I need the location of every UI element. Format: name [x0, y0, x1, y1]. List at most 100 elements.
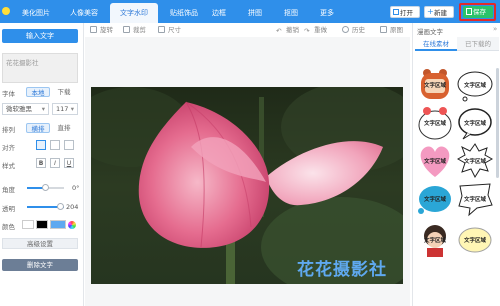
sticker-cloud-bubble[interactable]: 文字区域 [457, 67, 493, 103]
sticker-label: 文字区域 [423, 197, 446, 203]
redo-icon: ↷ [304, 27, 310, 35]
collapse-icon[interactable]: » [493, 25, 497, 33]
history-tool[interactable]: 历史 [342, 25, 365, 35]
color-swatch-white[interactable] [22, 220, 34, 229]
sticker-label: 文字区域 [463, 83, 486, 89]
text-watermark[interactable]: 花花摄影社 [297, 255, 387, 280]
new-label: 新建 [434, 9, 447, 17]
angle-value: 0° [72, 184, 80, 192]
sticker-label: 文字区域 [423, 83, 446, 89]
angle-label: 角度 [2, 186, 15, 194]
italic-button[interactable]: I [50, 158, 60, 168]
export-icon [466, 8, 472, 15]
undo-icon: ↶ [276, 27, 282, 35]
tab-cutout[interactable]: 抠图 [280, 3, 302, 23]
original-tool[interactable]: 原图 [380, 25, 403, 35]
sticker-round-bubble[interactable]: 文字区域 [457, 105, 493, 141]
delete-text-button[interactable]: 删除文字 [2, 259, 78, 271]
chevron-down-icon: ▾ [70, 105, 74, 113]
align-right-icon[interactable] [64, 140, 74, 150]
font-local-toggle[interactable]: 本地 [26, 87, 50, 97]
font-download-toggle[interactable]: 下载 [52, 87, 76, 97]
color-label: 颜色 [2, 223, 15, 231]
sticker-character-bubble[interactable]: 文字区域 [417, 222, 453, 258]
tab-downloaded[interactable]: 已下载的 [457, 37, 499, 51]
advanced-settings-toggle[interactable]: 高级设置 [2, 238, 78, 249]
font-family-select[interactable]: 微软雅黑 ▾ [2, 103, 49, 115]
underline-button[interactable]: U [64, 158, 74, 168]
app-logo-icon[interactable] [2, 7, 10, 15]
input-text-button[interactable]: 输入文字 [2, 29, 78, 43]
opacity-slider-handle[interactable] [57, 203, 64, 210]
tab-more[interactable]: 更多 [316, 3, 338, 23]
monitor-icon [393, 9, 399, 15]
sticker-label: 文字区域 [423, 238, 446, 244]
size-label: 尺寸 [168, 26, 181, 34]
align-left-icon[interactable] [36, 140, 46, 150]
align-label: 对齐 [2, 144, 15, 152]
new-button[interactable]: + 新建 [424, 6, 454, 18]
vertical-layout-toggle[interactable]: 直排 [52, 123, 76, 133]
rotate-icon [90, 26, 97, 33]
original-label: 原图 [390, 26, 403, 34]
color-wheel-icon[interactable] [68, 221, 76, 229]
tab-border[interactable]: 边框 [208, 3, 230, 23]
font-label: 字体 [2, 90, 15, 98]
opacity-value: 204 [66, 203, 79, 211]
save-button[interactable]: 保存 [463, 6, 493, 18]
angle-slider-handle[interactable] [42, 184, 49, 191]
chevron-down-icon: ▾ [41, 105, 45, 113]
size-tool[interactable]: 尺寸 [158, 25, 181, 35]
layout-label: 排列 [2, 126, 15, 134]
sticker-panel-title: 漫画文字 [417, 28, 443, 36]
sticker-yellow-cloud[interactable]: 文字区域 [457, 222, 493, 258]
undo-label: 撤销 [286, 26, 299, 34]
sticker-scrollbar[interactable] [496, 68, 499, 178]
sticker-label: 文字区域 [463, 121, 486, 127]
save-label: 保存 [473, 8, 486, 16]
font-family-value: 微软雅黑 [6, 105, 32, 113]
color-swatch-black[interactable] [36, 220, 48, 229]
rotate-label: 旋转 [100, 26, 113, 34]
undo-tool[interactable]: ↶ 撤销 [276, 25, 299, 35]
sticker-label: 文字区域 [463, 159, 486, 165]
font-size-value: 117 [56, 105, 69, 113]
sticker-label: 文字区域 [423, 159, 446, 165]
sticker-label: 文字区域 [423, 121, 446, 127]
sticker-blue-splash[interactable]: 文字区域 [417, 181, 453, 217]
bold-button[interactable]: B [36, 158, 46, 168]
align-center-icon[interactable] [50, 140, 60, 150]
text-content-field[interactable]: 花花摄影社 [2, 53, 78, 83]
open-button[interactable]: 打开 [390, 6, 420, 18]
clock-icon [342, 26, 349, 33]
redo-tool[interactable]: ↷ 重做 [304, 25, 327, 35]
tab-portrait[interactable]: 人像美容 [62, 3, 106, 23]
tab-text-watermark[interactable]: 文字水印 [110, 3, 158, 23]
crop-label: 裁剪 [133, 26, 146, 34]
sticker-bear-bubble[interactable]: 文字区域 [417, 67, 453, 103]
color-swatch-current[interactable] [50, 220, 66, 229]
sticker-jagged-bubble[interactable]: 文字区域 [457, 181, 493, 217]
image-icon [380, 26, 387, 33]
font-size-select[interactable]: 117 ▾ [52, 103, 78, 115]
style-label: 样式 [2, 162, 15, 170]
plus-icon: + [427, 7, 434, 16]
redo-label: 重做 [314, 26, 327, 34]
sticker-label: 文字区域 [463, 238, 486, 244]
sticker-label: 文字区域 [463, 197, 486, 203]
rotate-tool[interactable]: 旋转 [90, 25, 113, 35]
text-settings-panel: 输入文字 花花摄影社 字体 本地 下载 微软雅黑 ▾ 117 ▾ 排列 横排 直… [0, 23, 84, 306]
crop-icon [123, 26, 130, 33]
crop-tool[interactable]: 裁剪 [123, 25, 146, 35]
tab-online-materials[interactable]: 在线素材 [415, 37, 457, 51]
sticker-cow-bubble[interactable]: 文字区域 [417, 105, 453, 141]
tab-beautify[interactable]: 美化图片 [14, 3, 58, 23]
open-label: 打开 [400, 9, 413, 17]
opacity-label: 透明 [2, 205, 15, 213]
sticker-spiky-bubble[interactable]: 文字区域 [456, 143, 494, 179]
tab-collage[interactable]: 拼图 [244, 3, 266, 23]
tab-stickers[interactable]: 贴纸饰品 [161, 3, 207, 23]
sticker-heart-bubble[interactable]: 文字区域 [417, 143, 453, 179]
horizontal-layout-toggle[interactable]: 横排 [26, 123, 50, 133]
resize-icon [158, 26, 165, 33]
